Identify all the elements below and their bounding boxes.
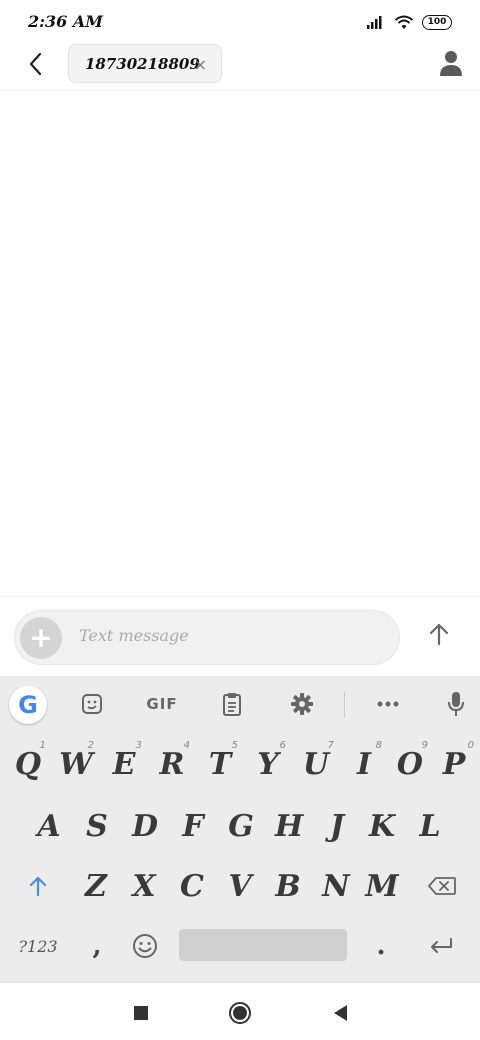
system-back-button[interactable] xyxy=(328,1001,352,1025)
signal-icon xyxy=(367,16,382,29)
recents-button[interactable] xyxy=(129,1001,153,1025)
toolbar-divider xyxy=(344,692,345,718)
backspace-key[interactable] xyxy=(418,856,466,916)
key-c[interactable]: C xyxy=(168,856,216,916)
triangle-back-icon xyxy=(334,1005,347,1021)
key-row-2: A S D F G H J K L xyxy=(0,796,480,856)
chevron-left-icon xyxy=(29,52,42,76)
shift-arrow-icon xyxy=(29,876,47,897)
key-w[interactable]: W2 xyxy=(52,734,100,794)
battery-icon: 100 xyxy=(422,14,452,30)
shift-key[interactable] xyxy=(14,856,62,916)
key-u[interactable]: U7 xyxy=(292,734,340,794)
key-l[interactable]: L xyxy=(406,796,454,856)
gear-icon xyxy=(291,693,313,715)
clipboard-icon xyxy=(223,693,241,716)
key-n[interactable]: N xyxy=(312,856,360,916)
circle-icon xyxy=(229,1002,251,1024)
space-key[interactable] xyxy=(179,929,347,961)
recipient-chip[interactable]: 18730218809 × xyxy=(68,44,222,83)
compose-bar: + Text message xyxy=(0,596,480,676)
key-g[interactable]: G xyxy=(217,796,265,856)
close-icon[interactable]: × xyxy=(194,55,207,74)
period-key[interactable]: . xyxy=(358,916,404,976)
keyboard-toolbar: G GIF xyxy=(0,676,480,732)
add-attachment-button[interactable]: + xyxy=(20,617,62,659)
wifi-icon xyxy=(394,15,414,29)
status-bar: 2:36 AM 100 xyxy=(0,0,480,44)
key-e[interactable]: E3 xyxy=(100,734,148,794)
key-r[interactable]: R4 xyxy=(148,734,196,794)
key-p[interactable]: P0 xyxy=(432,734,476,794)
conversation-header: 18730218809 × xyxy=(0,44,480,91)
key-i[interactable]: I8 xyxy=(340,734,388,794)
status-time: 2:36 AM xyxy=(28,12,103,31)
emoji-icon xyxy=(133,934,157,958)
google-search-button[interactable]: G xyxy=(9,686,47,724)
key-z[interactable]: Z xyxy=(72,856,120,916)
emoji-key[interactable] xyxy=(120,916,170,976)
key-x[interactable]: X xyxy=(120,856,168,916)
key-a[interactable]: A xyxy=(25,796,73,856)
key-j[interactable]: J xyxy=(313,796,361,856)
sticker-button[interactable] xyxy=(78,688,106,720)
key-d[interactable]: D xyxy=(121,796,169,856)
key-h[interactable]: H xyxy=(265,796,313,856)
message-list xyxy=(0,91,480,595)
key-row-3: Z X C V B N M xyxy=(0,856,480,916)
key-q[interactable]: Q1 xyxy=(4,734,52,794)
arrow-up-icon xyxy=(429,623,449,646)
sticker-icon xyxy=(82,694,102,714)
message-input[interactable]: Text message xyxy=(79,626,189,645)
enter-icon xyxy=(431,938,452,953)
settings-button[interactable] xyxy=(288,688,316,720)
key-m[interactable]: M xyxy=(358,856,406,916)
recipient-number: 18730218809 xyxy=(85,54,200,73)
back-button[interactable] xyxy=(20,48,50,80)
symbols-key[interactable]: ?123 xyxy=(8,916,68,976)
clipboard-button[interactable] xyxy=(218,688,246,720)
contact-button[interactable] xyxy=(438,49,464,77)
key-v[interactable]: V xyxy=(216,856,264,916)
key-row-bottom: ?123 , . xyxy=(0,916,480,976)
status-icons: 100 xyxy=(366,12,452,32)
person-icon xyxy=(440,51,462,76)
key-b[interactable]: B xyxy=(264,856,312,916)
square-icon xyxy=(134,1006,148,1020)
more-horizontal-icon xyxy=(377,701,399,707)
enter-key[interactable] xyxy=(416,916,466,976)
voice-input-button[interactable] xyxy=(444,688,468,720)
comma-key[interactable]: , xyxy=(74,916,120,976)
home-button[interactable] xyxy=(228,1001,252,1025)
navigation-bar xyxy=(0,982,480,1040)
microphone-icon xyxy=(448,692,464,716)
more-button[interactable] xyxy=(374,688,402,720)
key-row-1: Q1 W2 E3 R4 T5 Y6 U7 I8 O9 P0 xyxy=(0,734,480,794)
key-f[interactable]: F xyxy=(169,796,217,856)
keyboard: G GIF Q 1 W 2 E 3 R 4 T 5 Y 6 U 7 I 8 O … xyxy=(0,676,480,982)
key-s[interactable]: S xyxy=(73,796,121,856)
gif-button[interactable]: GIF xyxy=(142,688,182,720)
key-t[interactable]: T5 xyxy=(196,734,244,794)
key-k[interactable]: K xyxy=(358,796,406,856)
compose-field[interactable]: + Text message xyxy=(14,610,400,665)
backspace-icon xyxy=(428,877,456,895)
send-button[interactable] xyxy=(424,619,454,649)
key-o[interactable]: O9 xyxy=(388,734,432,794)
key-y[interactable]: Y6 xyxy=(244,734,292,794)
